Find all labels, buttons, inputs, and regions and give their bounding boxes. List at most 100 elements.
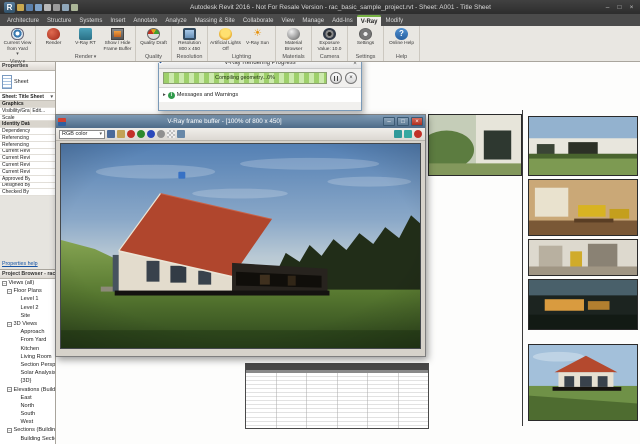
save-image-icon[interactable] [107, 130, 115, 138]
stop-render-icon[interactable] [414, 130, 422, 138]
ribbon-tab[interactable]: Annotate [129, 15, 161, 26]
property-row[interactable]: Dependency [0, 128, 55, 135]
tree-item[interactable]: − Sections (Building Section) [0, 426, 55, 434]
property-row[interactable]: Referencing De... [0, 141, 55, 149]
resolution-button[interactable]: Resolution 800 x 450 [174, 27, 205, 53]
property-row[interactable]: Current Revisio... [0, 148, 55, 156]
close-icon[interactable]: × [627, 2, 636, 13]
tree-item[interactable]: Solar Analysis [0, 369, 56, 377]
property-row[interactable]: Identity Data [0, 121, 55, 129]
show-hide-frame-buffer-button[interactable]: Show / Hide Frame Buffer [102, 27, 133, 53]
ribbon-tab[interactable]: View [278, 15, 299, 26]
ribbon-tab[interactable]: Modify [381, 15, 407, 26]
print-icon[interactable] [62, 3, 69, 11]
blue-channel-icon[interactable] [147, 130, 155, 138]
ribbon-tab[interactable]: Manage [298, 15, 328, 26]
monochrome-icon[interactable] [157, 130, 165, 138]
ribbon-tab[interactable]: Analyze [161, 15, 190, 26]
alpha-channel-icon[interactable] [167, 130, 175, 138]
minimize-icon[interactable]: – [383, 117, 395, 126]
measure-icon[interactable] [71, 3, 78, 11]
close-icon[interactable]: × [411, 117, 423, 126]
undo-icon[interactable] [44, 3, 51, 11]
tree-item[interactable]: North [0, 402, 55, 410]
stop-button[interactable]: × [345, 72, 357, 84]
tree-item[interactable]: − Floor Plans [0, 287, 55, 295]
title-bar[interactable]: R Autodesk Revit 2016 - Not For Resale V… [0, 0, 640, 14]
load-image-icon[interactable] [117, 130, 125, 138]
group-label-view[interactable]: View ▾ [0, 58, 35, 66]
maximize-icon[interactable]: □ [615, 2, 624, 13]
channel-selector-dropdown[interactable]: RGB color ▾ [59, 129, 105, 139]
ribbon-tab[interactable]: Structure [43, 15, 75, 26]
type-selector[interactable]: Sheet [0, 71, 55, 93]
properties-help-link[interactable]: Properties help [0, 259, 55, 269]
minimize-icon[interactable]: – [603, 2, 612, 13]
ribbon-tab[interactable]: Systems [75, 15, 106, 26]
ribbon-tab[interactable]: Insert [106, 15, 129, 26]
property-row[interactable]: Referencing Sh... [0, 134, 55, 142]
instance-selector[interactable]: Sheet: Title Sheet ▾ [0, 93, 55, 101]
exposure-value-button[interactable]: Exposure Value: 10.0 [314, 27, 345, 53]
ribbon-tab[interactable]: Collaborate [239, 15, 278, 26]
tree-expander-icon[interactable]: − [7, 427, 12, 433]
tree-item[interactable]: − Views (all) [0, 279, 55, 287]
tree-expander-icon[interactable]: − [7, 321, 12, 327]
settings-button[interactable]: Settings [350, 27, 381, 53]
red-channel-icon[interactable] [127, 130, 135, 138]
material-browser-button[interactable]: Material Browser [278, 27, 309, 53]
pause-button[interactable] [330, 72, 342, 84]
tree-item[interactable]: Approach [0, 328, 55, 336]
tree-item[interactable]: Living Room [0, 353, 55, 361]
ribbon-tab[interactable]: Massing & Site [191, 15, 239, 26]
revit-app-menu-icon[interactable]: R [4, 1, 15, 13]
tree-expander-icon[interactable]: − [2, 280, 7, 286]
tree-item[interactable]: South [0, 410, 55, 418]
region-render-icon[interactable] [394, 130, 402, 138]
ribbon-tab[interactable]: V-Ray [356, 15, 382, 26]
property-row[interactable]: Current Revisio... [0, 168, 55, 176]
messages-and-warnings-row[interactable]: ▸ i Messages and Warnings [159, 87, 361, 102]
render-button[interactable]: Render [38, 27, 69, 53]
property-row[interactable]: Approved By [0, 175, 55, 183]
tree-item[interactable]: Building Section [0, 435, 56, 443]
tree-item[interactable]: Level 2 [0, 304, 55, 312]
image-info-icon[interactable] [177, 130, 185, 138]
tree-item[interactable]: − Elevations (Building Elevation) [0, 385, 55, 393]
redo-icon[interactable] [53, 3, 60, 11]
property-row[interactable]: Current Revisio... [0, 162, 55, 169]
tree-item[interactable]: {3D} [0, 377, 55, 385]
green-channel-icon[interactable] [137, 130, 145, 138]
ribbon-tab[interactable]: Architecture [3, 15, 43, 26]
property-row[interactable]: Checked By [0, 189, 55, 197]
current-view-button[interactable]: Current View from Yard ▾ [2, 27, 33, 58]
frame-buffer-title-bar[interactable]: V-Ray frame buffer - [100% of 800 x 450]… [56, 115, 425, 128]
ribbon-tab[interactable]: Add-Ins [328, 15, 357, 26]
save-icon[interactable] [26, 3, 33, 11]
group-label-render[interactable]: Render ▾ [36, 53, 135, 61]
property-row[interactable]: Scale [0, 114, 55, 122]
track-mouse-icon[interactable] [404, 130, 412, 138]
tree-item[interactable]: Kitchen [0, 345, 55, 353]
property-row[interactable]: Designed By [0, 182, 55, 190]
artificial-lights-button[interactable]: Artificial Lights Off [210, 27, 241, 53]
open-icon[interactable] [17, 3, 24, 11]
tree-item[interactable]: East [0, 394, 55, 402]
tree-expander-icon[interactable]: − [7, 288, 12, 294]
tree-item[interactable]: Site [0, 312, 55, 320]
tree-item[interactable]: − 3D Views [0, 320, 55, 328]
tree-expander-icon[interactable]: − [7, 387, 12, 393]
tree-item[interactable]: Section Perspective [0, 361, 56, 369]
property-row[interactable]: Graphics [0, 101, 55, 108]
property-row[interactable]: Current Revisio... [0, 155, 55, 163]
vray-rt-button[interactable]: V-Ray RT [70, 27, 101, 53]
property-value[interactable]: Edit... [30, 107, 55, 114]
tree-item[interactable]: From Yard [0, 336, 55, 344]
maximize-icon[interactable]: □ [397, 117, 409, 126]
tree-item[interactable]: West [0, 418, 55, 426]
online-help-button[interactable]: ? Online Help [386, 27, 417, 53]
property-row[interactable]: Visibility/Graph... Edit... [0, 107, 55, 115]
expander-icon[interactable]: ▸ [163, 92, 166, 98]
tree-item[interactable]: Level 1 [0, 295, 55, 303]
quality-draft-button[interactable]: Quality Draft [138, 27, 169, 53]
